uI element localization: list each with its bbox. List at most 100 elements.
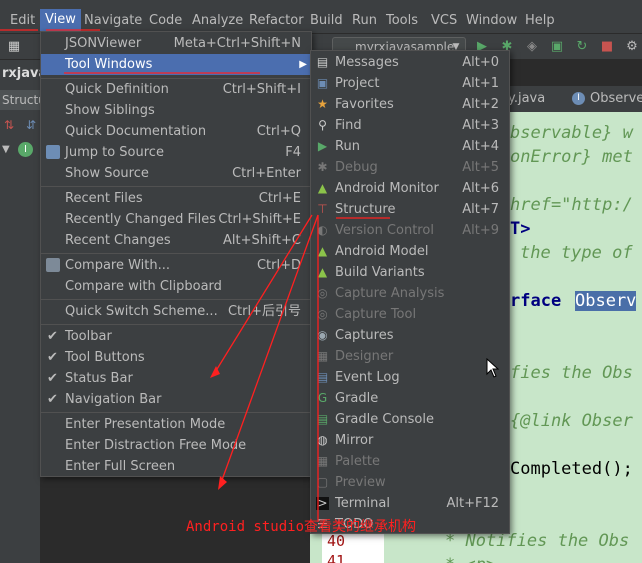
- annotation-arrowhead: [218, 476, 227, 490]
- gradle-icon: G: [317, 391, 328, 405]
- sort-icon[interactable]: ⇅: [4, 118, 14, 132]
- menu-item-recently-changed-files[interactable]: Recently Changed Files Ctrl+Shift+E: [41, 209, 311, 230]
- check-icon: ✔: [47, 350, 58, 365]
- menu-item-presentation-mode[interactable]: Enter Presentation Mode: [41, 414, 311, 435]
- project-panel: [0, 60, 40, 563]
- tool-window-gradle-console[interactable]: ▤ Gradle Console: [311, 409, 509, 430]
- tool-window-run[interactable]: ▶ Run Alt+4: [311, 136, 509, 157]
- code-line: fies the Obs: [510, 363, 633, 383]
- tool-window-preview[interactable]: ▢ Preview: [311, 472, 509, 493]
- menu-item-status-bar[interactable]: ✔ Status Bar: [41, 368, 311, 389]
- structure-tab-label: Structure: [2, 93, 40, 107]
- line-number: 41: [327, 552, 346, 563]
- menu-view[interactable]: View: [40, 9, 81, 31]
- view-menu-dropdown: JSONViewer Meta+Ctrl+Shift+N Tool Window…: [40, 31, 312, 477]
- tool-window-find[interactable]: ⚲ Find Alt+3: [311, 115, 509, 136]
- menu-item-quick-documentation[interactable]: Quick Documentation Ctrl+Q: [41, 121, 311, 142]
- designer-icon: ▦: [316, 349, 329, 363]
- menu-build[interactable]: Build: [310, 12, 343, 30]
- menu-item-navigation-bar[interactable]: ✔ Navigation Bar: [41, 389, 311, 410]
- editor-tab-observe[interactable]: Observe: [590, 86, 642, 112]
- code-line: the type of: [520, 243, 633, 263]
- menu-edit[interactable]: Edit: [10, 12, 35, 30]
- tool-window-capture-analysis[interactable]: ◎ Capture Analysis: [311, 283, 509, 304]
- android-icon: ▲: [317, 265, 328, 279]
- structure-tab[interactable]: Structure: [0, 90, 40, 110]
- code-line: bservable} w: [510, 123, 633, 143]
- event-log-icon: ▤: [316, 370, 329, 384]
- tool-window-build-variants[interactable]: ▲ Build Variants: [311, 262, 509, 283]
- save-icon[interactable]: ▦: [6, 39, 22, 55]
- menu-navigate[interactable]: Navigate: [84, 12, 142, 30]
- tool-window-designer[interactable]: ▦ Designer: [311, 346, 509, 367]
- code-line: * <p>: [445, 555, 496, 563]
- tool-window-mirror[interactable]: ◍ Mirror: [311, 430, 509, 451]
- menu-item-recent-files[interactable]: Recent Files Ctrl+E: [41, 188, 311, 209]
- tool-window-project[interactable]: ▣ Project Alt+1: [311, 73, 509, 94]
- stop-icon[interactable]: ■: [599, 39, 615, 55]
- menu-tools[interactable]: Tools: [386, 12, 418, 30]
- menu-item-compare-clipboard[interactable]: Compare with Clipboard: [41, 276, 311, 297]
- settings-icon[interactable]: ⚙: [624, 39, 640, 55]
- menu-help[interactable]: Help: [525, 12, 555, 30]
- tool-window-messages[interactable]: ▤ Messages Alt+0: [311, 52, 509, 73]
- check-icon: ✔: [47, 371, 58, 386]
- check-icon: ✔: [47, 329, 58, 344]
- submenu-arrow-icon: ▶: [299, 59, 307, 70]
- menu-run[interactable]: Run: [352, 12, 377, 30]
- tool-window-captures[interactable]: ◉ Captures: [311, 325, 509, 346]
- menu-refactor[interactable]: Refactor: [249, 12, 304, 30]
- tool-window-palette[interactable]: ▦ Palette: [311, 451, 509, 472]
- menu-item-show-siblings[interactable]: Show Siblings: [41, 100, 311, 121]
- tool-window-debug[interactable]: ✱ Debug Alt+5: [311, 157, 509, 178]
- menu-item-tool-windows[interactable]: Tool Windows ▶: [41, 54, 311, 75]
- menu-item-jsonviewer[interactable]: JSONViewer Meta+Ctrl+Shift+N: [41, 33, 311, 54]
- menu-item-tool-buttons[interactable]: ✔ Tool Buttons: [41, 347, 311, 368]
- code-line: href="http:/: [510, 195, 633, 215]
- menu-item-distraction-free-mode[interactable]: Enter Distraction Free Mode: [41, 435, 311, 456]
- menu-window[interactable]: Window: [466, 12, 517, 30]
- tool-window-structure[interactable]: ⊤ Structure Alt+7: [311, 199, 509, 220]
- structure-icon: ⊤: [317, 202, 328, 216]
- coverage-icon[interactable]: ◈: [524, 39, 540, 55]
- expand-icon[interactable]: ▼: [2, 144, 10, 155]
- vcs-icon: ◐: [317, 223, 328, 237]
- editor-tabs: y.java I Observe: [490, 86, 642, 112]
- capture-analysis-icon: ◎: [317, 286, 328, 300]
- preview-icon: ▢: [316, 475, 329, 489]
- menu-item-compare-with[interactable]: Compare With... Ctrl+D: [41, 255, 311, 276]
- menu-item-recent-changes[interactable]: Recent Changes Alt+Shift+C: [41, 230, 311, 251]
- menu-item-quick-definition[interactable]: Quick Definition Ctrl+Shift+I: [41, 79, 311, 100]
- menu-analyze[interactable]: Analyze: [192, 12, 243, 30]
- menu-vcs[interactable]: VCS: [431, 12, 457, 30]
- menu-item-jump-to-source[interactable]: Jump to Source F4: [41, 142, 311, 163]
- jump-icon: [46, 145, 60, 159]
- tool-window-android-model[interactable]: ▲ Android Model: [311, 241, 509, 262]
- tool-window-capture-tool[interactable]: ◎ Capture Tool: [311, 304, 509, 325]
- mouse-cursor-icon: [486, 358, 500, 378]
- code-selection: Observ: [575, 291, 637, 311]
- rerun-icon[interactable]: ↻: [574, 39, 590, 55]
- menu-item-toolbar[interactable]: ✔ Toolbar: [41, 326, 311, 347]
- menu-item-quick-switch-scheme[interactable]: Quick Switch Scheme... Ctrl+后引号: [41, 301, 311, 322]
- code-keyword: rface: [510, 291, 562, 311]
- tool-window-android-monitor[interactable]: ▲ Android Monitor Alt+6: [311, 178, 509, 199]
- terminal-icon: >: [316, 496, 329, 510]
- debug-icon: ✱: [317, 160, 328, 174]
- android-icon: ▲: [317, 244, 328, 258]
- code-line: {@link Obser: [510, 411, 633, 431]
- tool-window-terminal[interactable]: > Terminal Alt+F12: [311, 493, 509, 514]
- sort-alpha-icon[interactable]: ⇵: [26, 118, 36, 132]
- tool-window-version-control[interactable]: ◐ Version Control Alt+9: [311, 220, 509, 241]
- tool-window-event-log[interactable]: ▤ Event Log: [311, 367, 509, 388]
- menu-item-full-screen[interactable]: Enter Full Screen: [41, 456, 311, 477]
- palette-icon: ▦: [316, 454, 329, 468]
- tool-window-gradle[interactable]: G Gradle: [311, 388, 509, 409]
- star-icon: ★: [317, 97, 328, 111]
- attach-icon[interactable]: ▣: [549, 39, 565, 55]
- editor-tab[interactable]: y.java: [508, 86, 545, 112]
- tool-window-favorites[interactable]: ★ Favorites Alt+2: [311, 94, 509, 115]
- menu-item-show-source[interactable]: Show Source Ctrl+Enter: [41, 163, 311, 184]
- run-icon: ▶: [317, 139, 328, 153]
- menu-code[interactable]: Code: [149, 12, 182, 30]
